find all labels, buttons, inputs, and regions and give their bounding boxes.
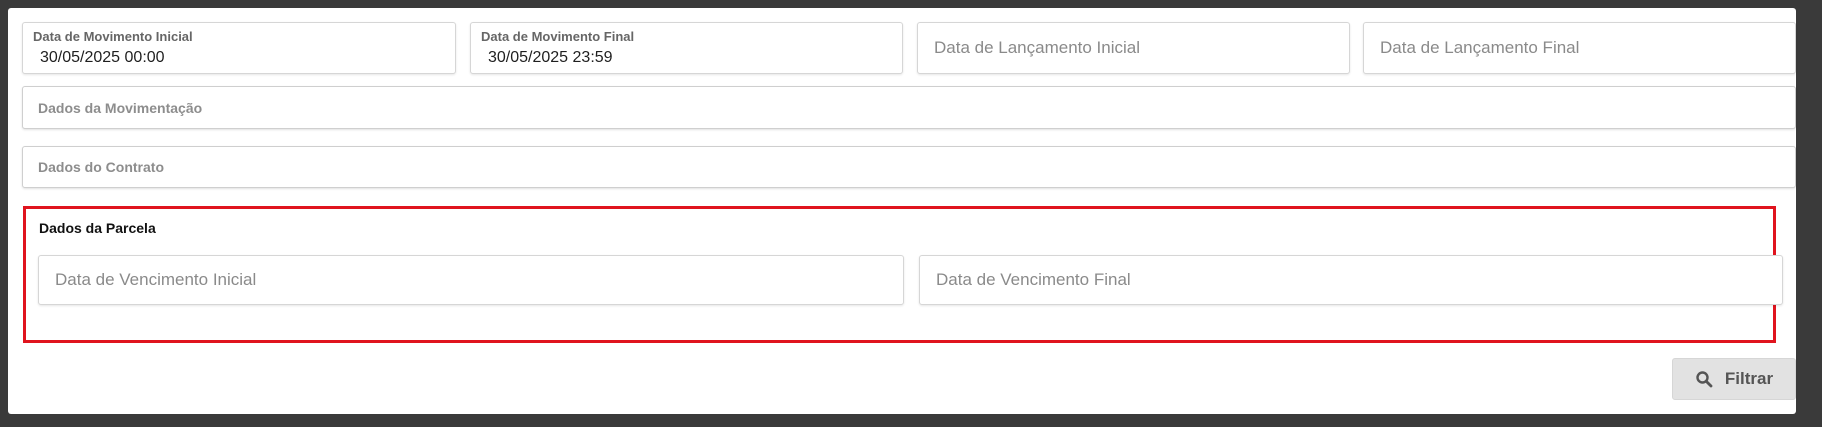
movimento-inicial-label: Data de Movimento Inicial bbox=[33, 29, 193, 44]
section-dados-parcela: Dados da Parcela Data de Vencimento Inic… bbox=[23, 206, 1783, 343]
filter-panel: Data de Movimento Inicial 30/05/2025 00:… bbox=[8, 8, 1796, 414]
filter-button[interactable]: Filtrar bbox=[1672, 358, 1796, 400]
section-dados-movimentacao[interactable]: Dados da Movimentação bbox=[22, 86, 1796, 129]
movimento-final-field[interactable]: Data de Movimento Final 30/05/2025 23:59 bbox=[470, 22, 903, 74]
lancamento-final-placeholder: Data de Lançamento Final bbox=[1380, 38, 1580, 57]
lancamento-inicial-placeholder: Data de Lançamento Inicial bbox=[934, 38, 1141, 57]
vencimento-final-placeholder: Data de Vencimento Final bbox=[936, 270, 1131, 289]
movimento-inicial-value: 30/05/2025 00:00 bbox=[40, 49, 165, 66]
lancamento-final-field[interactable]: Data de Lançamento Final bbox=[1363, 22, 1796, 74]
section-dados-contrato[interactable]: Dados do Contrato bbox=[22, 146, 1796, 188]
vencimento-inicial-placeholder: Data de Vencimento Inicial bbox=[55, 270, 257, 289]
section-dados-parcela-title: Dados da Parcela bbox=[39, 220, 156, 236]
movimento-final-label: Data de Movimento Final bbox=[481, 29, 635, 44]
section-dados-contrato-title: Dados do Contrato bbox=[38, 159, 164, 175]
vencimento-final-field[interactable]: Data de Vencimento Final bbox=[919, 255, 1783, 305]
search-icon bbox=[1695, 370, 1713, 388]
movimento-inicial-field[interactable]: Data de Movimento Inicial 30/05/2025 00:… bbox=[22, 22, 456, 74]
filter-button-label: Filtrar bbox=[1724, 369, 1774, 388]
vencimento-inicial-field[interactable]: Data de Vencimento Inicial bbox=[38, 255, 904, 305]
section-dados-movimentacao-title: Dados da Movimentação bbox=[38, 99, 203, 116]
movimento-final-value: 30/05/2025 23:59 bbox=[488, 49, 613, 66]
lancamento-inicial-field[interactable]: Data de Lançamento Inicial bbox=[917, 22, 1350, 74]
